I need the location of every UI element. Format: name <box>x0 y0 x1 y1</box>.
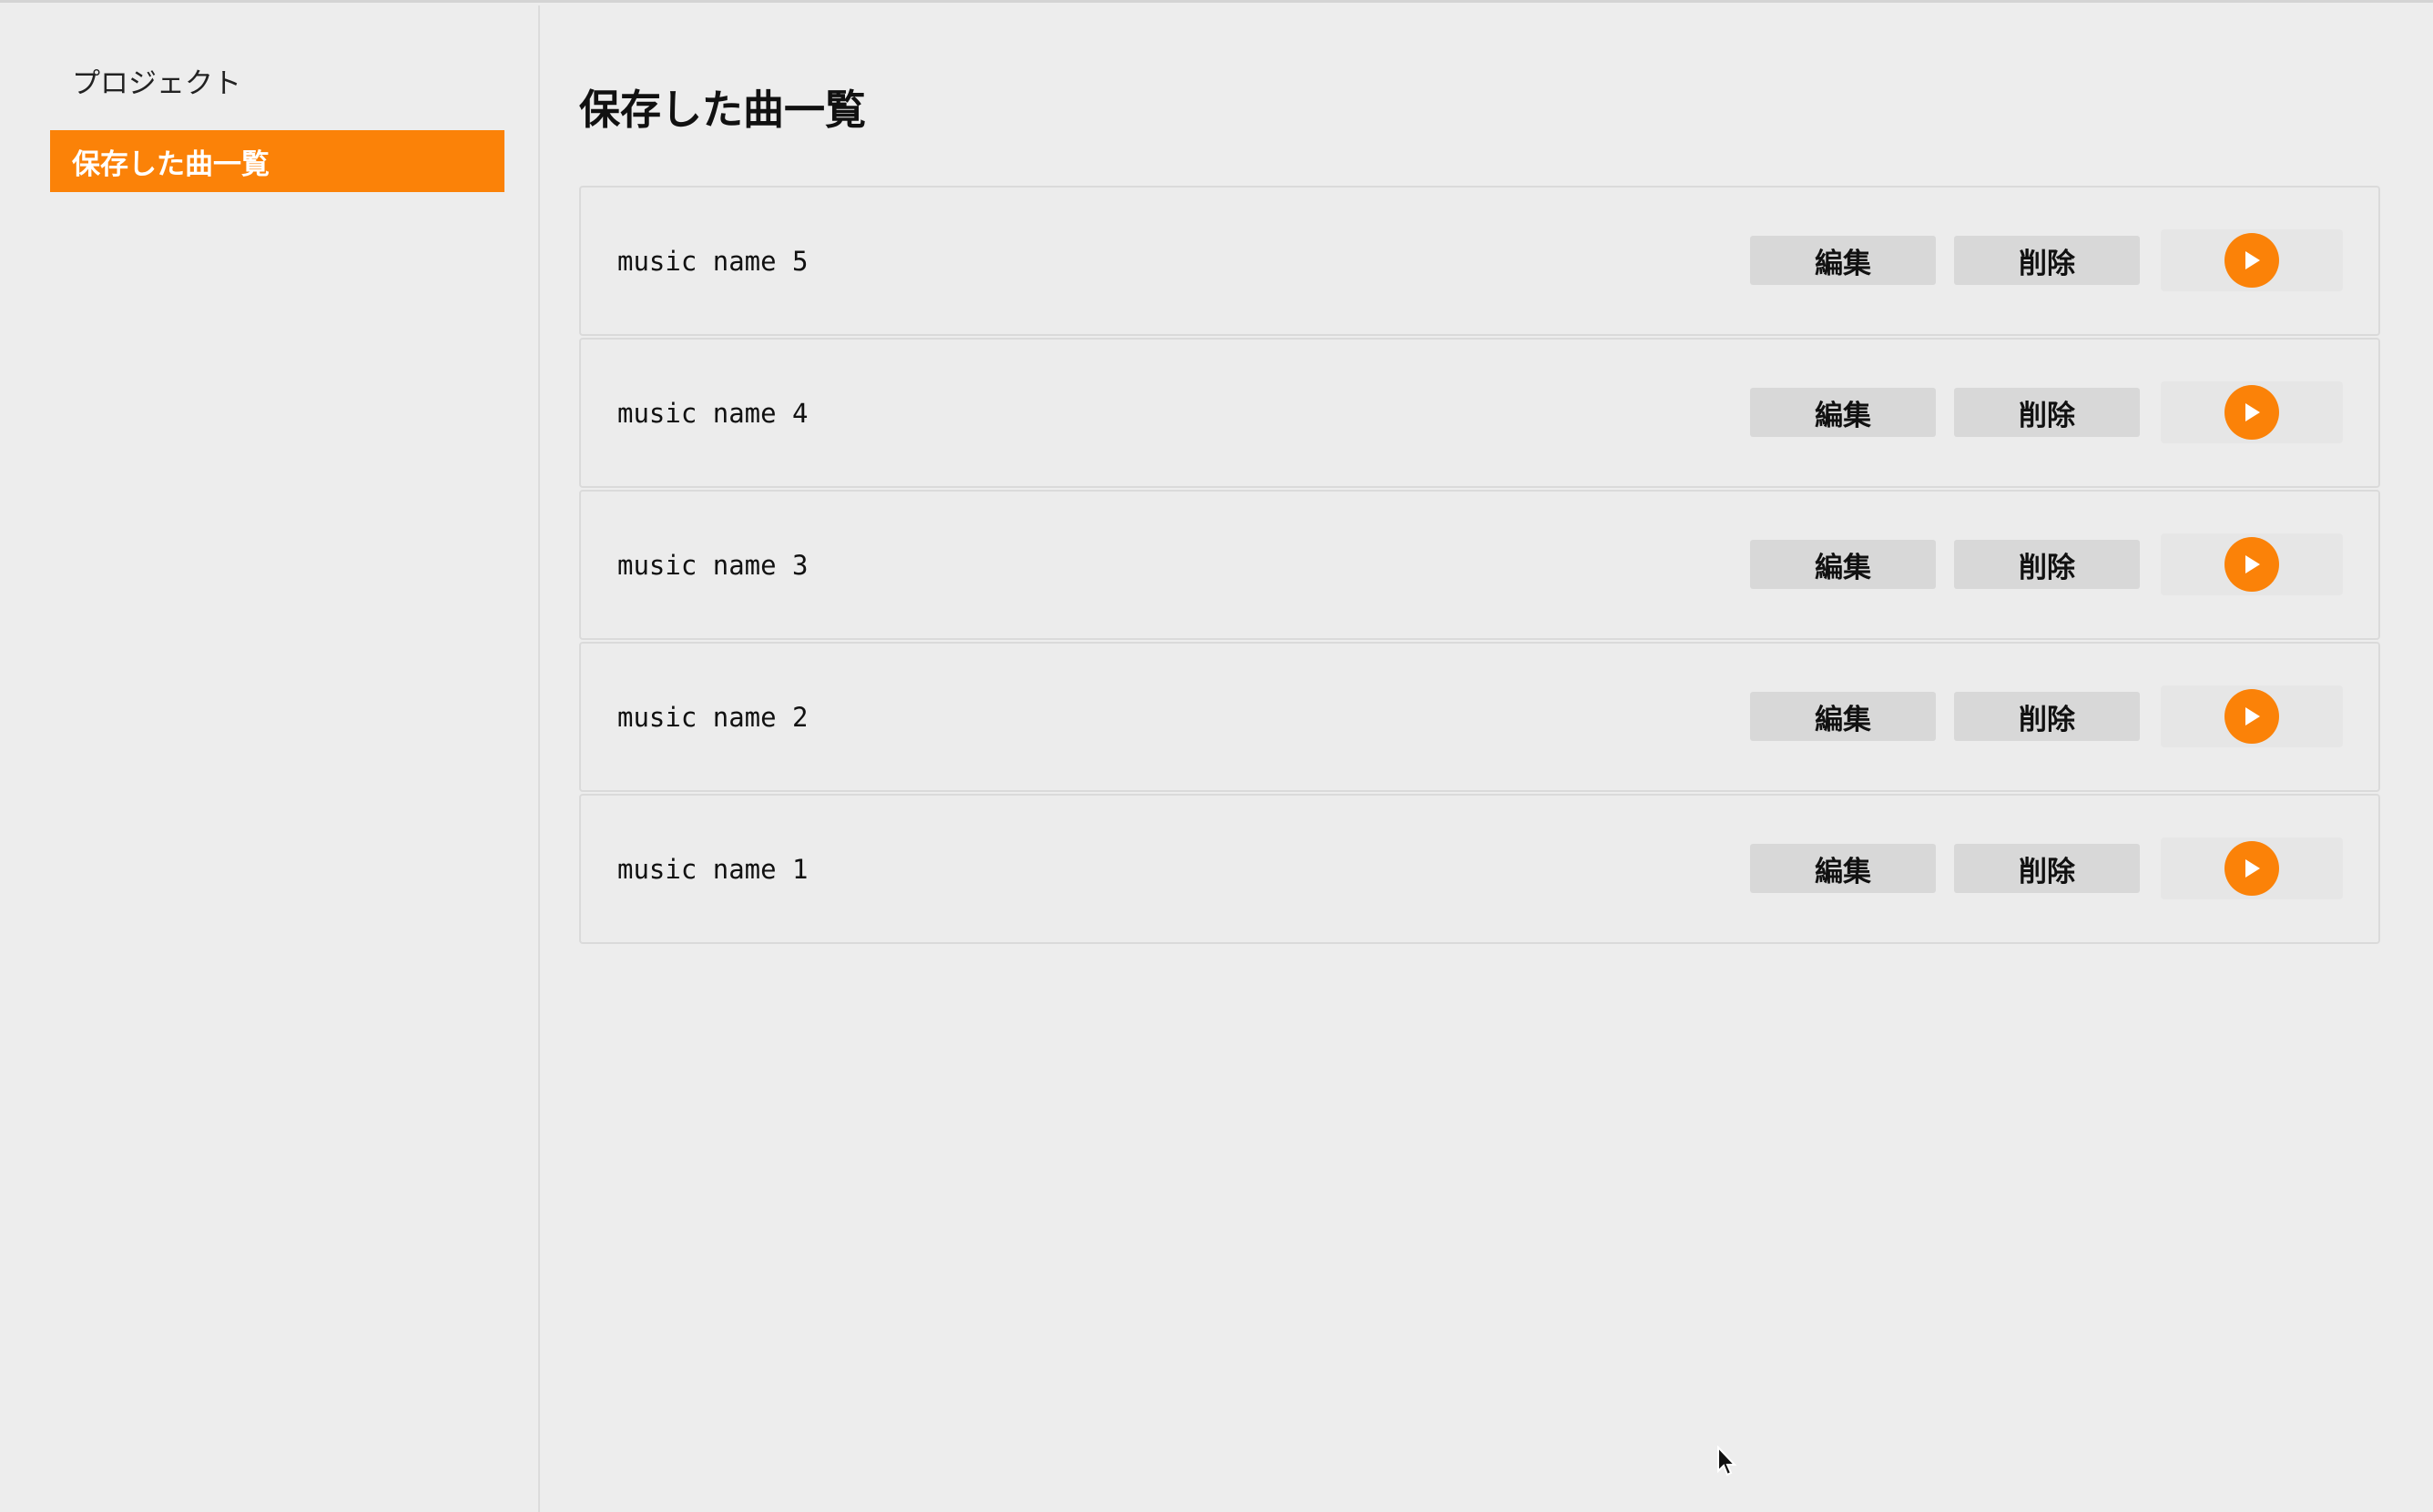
play-button[interactable] <box>2224 537 2279 592</box>
edit-button[interactable]: 編集 <box>1750 388 1936 437</box>
play-area <box>2161 381 2343 443</box>
play-area <box>2161 229 2343 291</box>
song-name: music name 5 <box>617 245 809 277</box>
play-area <box>2161 685 2343 747</box>
play-icon <box>2245 403 2260 421</box>
sidebar-item-project[interactable]: プロジェクト <box>50 49 504 111</box>
edit-button[interactable]: 編集 <box>1750 236 1936 285</box>
song-row: music name 1 編集 削除 <box>579 794 2380 944</box>
play-area <box>2161 837 2343 899</box>
delete-button[interactable]: 削除 <box>1954 540 2140 589</box>
delete-button[interactable]: 削除 <box>1954 388 2140 437</box>
mouse-cursor-icon <box>1717 1446 1737 1476</box>
sidebar: プロジェクト 保存した曲一覧 <box>0 5 540 1512</box>
song-name: music name 2 <box>617 701 809 733</box>
play-button[interactable] <box>2224 385 2279 440</box>
edit-button[interactable]: 編集 <box>1750 692 1936 741</box>
main-content: 保存した曲一覧 music name 5 編集 削除 music name 4 … <box>542 5 2433 1512</box>
song-row: music name 3 編集 削除 <box>579 490 2380 640</box>
delete-button[interactable]: 削除 <box>1954 844 2140 893</box>
song-name: music name 4 <box>617 397 809 429</box>
edit-button[interactable]: 編集 <box>1750 844 1936 893</box>
play-icon <box>2245 707 2260 726</box>
play-button[interactable] <box>2224 689 2279 744</box>
edit-button[interactable]: 編集 <box>1750 540 1936 589</box>
page-title: 保存した曲一覧 <box>579 86 867 134</box>
song-row: music name 5 編集 削除 <box>579 186 2380 336</box>
sidebar-item-saved-songs[interactable]: 保存した曲一覧 <box>50 130 504 192</box>
song-list: music name 5 編集 削除 music name 4 編集 削除 mu… <box>579 186 2380 946</box>
song-name: music name 3 <box>617 549 809 581</box>
play-icon <box>2245 251 2260 269</box>
song-row: music name 2 編集 削除 <box>579 642 2380 792</box>
play-icon <box>2245 859 2260 878</box>
play-icon <box>2245 555 2260 573</box>
delete-button[interactable]: 削除 <box>1954 692 2140 741</box>
song-name: music name 1 <box>617 853 809 885</box>
play-button[interactable] <box>2224 841 2279 896</box>
app-window: プロジェクト 保存した曲一覧 保存した曲一覧 music name 5 編集 削… <box>0 0 2433 1512</box>
delete-button[interactable]: 削除 <box>1954 236 2140 285</box>
song-row: music name 4 編集 削除 <box>579 338 2380 488</box>
play-button[interactable] <box>2224 233 2279 288</box>
play-area <box>2161 533 2343 595</box>
